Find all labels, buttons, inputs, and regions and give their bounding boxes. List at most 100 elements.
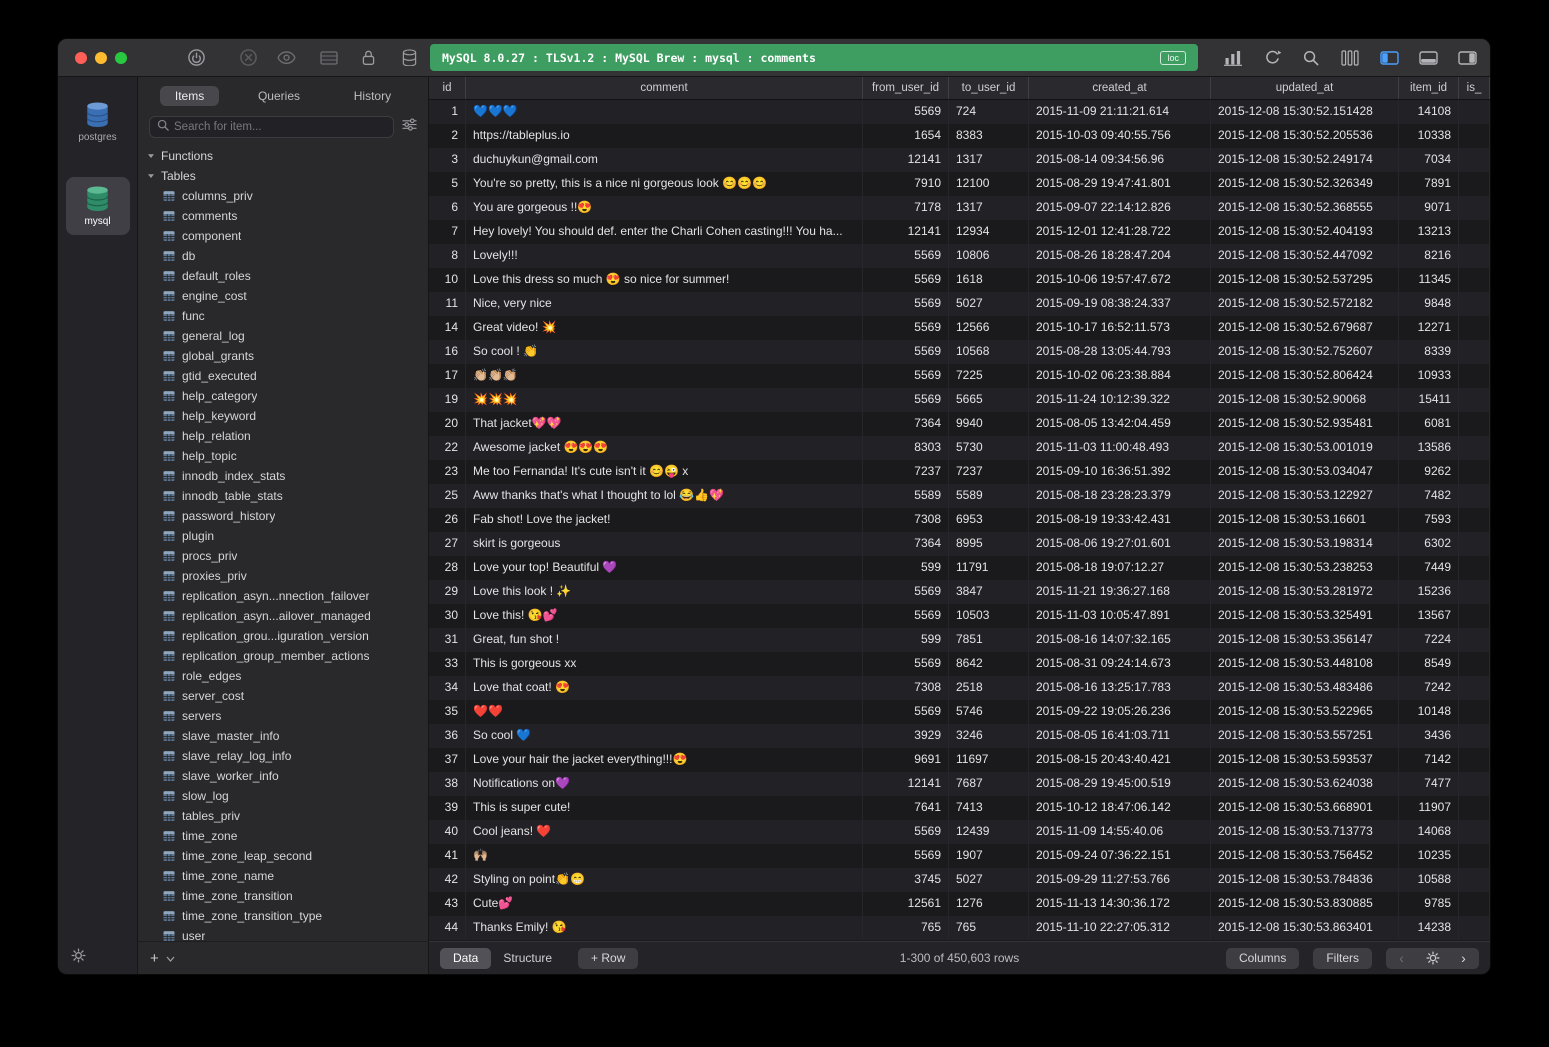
cell-created_at[interactable]: 2015-11-03 11:00:48.493: [1029, 436, 1211, 460]
zoom-window-button[interactable]: [115, 52, 127, 64]
cell-item_id[interactable]: 9071: [1399, 196, 1459, 220]
add-item-chevron-icon[interactable]: [166, 949, 175, 967]
sidebar-table-item[interactable]: replication_asyn...ailover_managed: [138, 606, 428, 626]
cell-item_id[interactable]: 11345: [1399, 268, 1459, 292]
table-row[interactable]: 30Love this! 😘💕5569105032015-11-03 10:05…: [429, 604, 1490, 628]
cell-from_user_id[interactable]: 5569: [863, 388, 949, 412]
cell-created_at[interactable]: 2015-10-03 09:40:55.756: [1029, 124, 1211, 148]
structure-tab-button[interactable]: Structure: [491, 951, 564, 965]
cell-is_[interactable]: [1459, 580, 1490, 604]
cell-to_user_id[interactable]: 5027: [949, 292, 1029, 316]
toggle-left-panel-icon[interactable]: [1378, 47, 1400, 69]
cell-created_at[interactable]: 2015-11-03 10:05:47.891: [1029, 604, 1211, 628]
cell-is_[interactable]: [1459, 292, 1490, 316]
table-row[interactable]: 7Hey lovely! You should def. enter the C…: [429, 220, 1490, 244]
cell-from_user_id[interactable]: 7364: [863, 412, 949, 436]
cell-updated_at[interactable]: 2015-12-08 15:30:52.326349: [1211, 172, 1399, 196]
cell-id[interactable]: 22: [429, 436, 466, 460]
cell-to_user_id[interactable]: 12934: [949, 220, 1029, 244]
cell-is_[interactable]: [1459, 340, 1490, 364]
cell-to_user_id[interactable]: 11791: [949, 556, 1029, 580]
tab-history[interactable]: History: [339, 86, 406, 106]
table-row[interactable]: 17👏🏼👏🏼👏🏼556972252015-10-02 06:23:38.8842…: [429, 364, 1490, 388]
table-row[interactable]: 31Great, fun shot !59978512015-08-16 14:…: [429, 628, 1490, 652]
cell-is_[interactable]: [1459, 268, 1490, 292]
cell-id[interactable]: 23: [429, 460, 466, 484]
cell-comment[interactable]: Great, fun shot !: [466, 628, 863, 652]
cell-id[interactable]: 30: [429, 604, 466, 628]
cell-to_user_id[interactable]: 5665: [949, 388, 1029, 412]
cell-to_user_id[interactable]: 7687: [949, 772, 1029, 796]
cell-comment[interactable]: Fab shot! Love the jacket!: [466, 508, 863, 532]
cell-is_[interactable]: [1459, 172, 1490, 196]
column-header-to_user_id[interactable]: to_user_id: [949, 77, 1029, 99]
cell-comment[interactable]: This is super cute!: [466, 796, 863, 820]
cell-from_user_id[interactable]: 5589: [863, 484, 949, 508]
cell-comment[interactable]: skirt is gorgeous: [466, 532, 863, 556]
sidebar-table-item[interactable]: user: [138, 926, 428, 941]
disconnect-icon[interactable]: [237, 47, 259, 69]
cell-id[interactable]: 3: [429, 148, 466, 172]
table-row[interactable]: 35❤️❤️556957462015-09-22 19:05:26.236201…: [429, 700, 1490, 724]
cell-id[interactable]: 20: [429, 412, 466, 436]
cell-from_user_id[interactable]: 5569: [863, 244, 949, 268]
connection-postgres[interactable]: postgres: [66, 93, 130, 151]
cell-id[interactable]: 1: [429, 100, 466, 124]
cell-id[interactable]: 5: [429, 172, 466, 196]
cell-id[interactable]: 2: [429, 124, 466, 148]
cell-created_at[interactable]: 2015-10-06 19:57:47.672: [1029, 268, 1211, 292]
cell-to_user_id[interactable]: 3847: [949, 580, 1029, 604]
cell-to_user_id[interactable]: 2518: [949, 676, 1029, 700]
cell-id[interactable]: 7: [429, 220, 466, 244]
table-row[interactable]: 29Love this look ! ✨556938472015-11-21 1…: [429, 580, 1490, 604]
minimize-window-button[interactable]: [95, 52, 107, 64]
cell-item_id[interactable]: 15236: [1399, 580, 1459, 604]
table-row[interactable]: 6You are gorgeous !!😍717813172015-09-07 …: [429, 196, 1490, 220]
cell-comment[interactable]: Cute💕: [466, 892, 863, 916]
cell-updated_at[interactable]: 2015-12-08 15:30:52.368555: [1211, 196, 1399, 220]
cell-is_[interactable]: [1459, 844, 1490, 868]
sidebar-table-item[interactable]: time_zone_transition: [138, 886, 428, 906]
cell-created_at[interactable]: 2015-10-12 18:47:06.142: [1029, 796, 1211, 820]
cell-updated_at[interactable]: 2015-12-08 15:30:52.752607: [1211, 340, 1399, 364]
cell-id[interactable]: 11: [429, 292, 466, 316]
cell-to_user_id[interactable]: 1276: [949, 892, 1029, 916]
cell-created_at[interactable]: 2015-09-24 07:36:22.151: [1029, 844, 1211, 868]
table-row[interactable]: 38Notifications on💜1214176872015-08-29 1…: [429, 772, 1490, 796]
cell-updated_at[interactable]: 2015-12-08 15:30:52.679687: [1211, 316, 1399, 340]
cell-from_user_id[interactable]: 7641: [863, 796, 949, 820]
cell-comment[interactable]: Notifications on💜: [466, 772, 863, 796]
cell-is_[interactable]: [1459, 532, 1490, 556]
add-item-button[interactable]: +: [150, 951, 159, 966]
cell-from_user_id[interactable]: 5569: [863, 844, 949, 868]
cell-to_user_id[interactable]: 11697: [949, 748, 1029, 772]
cell-to_user_id[interactable]: 1317: [949, 148, 1029, 172]
cell-created_at[interactable]: 2015-08-05 13:42:04.459: [1029, 412, 1211, 436]
cell-id[interactable]: 16: [429, 340, 466, 364]
add-row-button[interactable]: + Row: [578, 948, 638, 969]
cell-updated_at[interactable]: 2015-12-08 15:30:53.557251: [1211, 724, 1399, 748]
cell-updated_at[interactable]: 2015-12-08 15:30:53.863401: [1211, 916, 1399, 940]
cell-updated_at[interactable]: 2015-12-08 15:30:53.624038: [1211, 772, 1399, 796]
cell-comment[interactable]: Love this! 😘💕: [466, 604, 863, 628]
cell-is_[interactable]: [1459, 700, 1490, 724]
cell-comment[interactable]: Love this look ! ✨: [466, 580, 863, 604]
table-row[interactable]: 20That jacket💖💖736499402015-08-05 13:42:…: [429, 412, 1490, 436]
sidebar-table-item[interactable]: default_roles: [138, 266, 428, 286]
cell-created_at[interactable]: 2015-11-21 19:36:27.168: [1029, 580, 1211, 604]
cell-created_at[interactable]: 2015-08-29 19:45:00.519: [1029, 772, 1211, 796]
table-rows-icon[interactable]: [318, 47, 340, 69]
cell-item_id[interactable]: 7449: [1399, 556, 1459, 580]
sidebar-table-item[interactable]: replication_group_member_actions: [138, 646, 428, 666]
cell-is_[interactable]: [1459, 364, 1490, 388]
sidebar-table-item[interactable]: help_topic: [138, 446, 428, 466]
cell-created_at[interactable]: 2015-08-28 13:05:44.793: [1029, 340, 1211, 364]
cell-from_user_id[interactable]: 599: [863, 556, 949, 580]
cell-created_at[interactable]: 2015-08-16 14:07:32.165: [1029, 628, 1211, 652]
sidebar-table-item[interactable]: component: [138, 226, 428, 246]
cell-id[interactable]: 34: [429, 676, 466, 700]
cell-to_user_id[interactable]: 7225: [949, 364, 1029, 388]
database-icon[interactable]: [398, 47, 420, 69]
table-row[interactable]: 41🙌🏼556919072015-09-24 07:36:22.1512015-…: [429, 844, 1490, 868]
cell-created_at[interactable]: 2015-09-29 11:27:53.766: [1029, 868, 1211, 892]
